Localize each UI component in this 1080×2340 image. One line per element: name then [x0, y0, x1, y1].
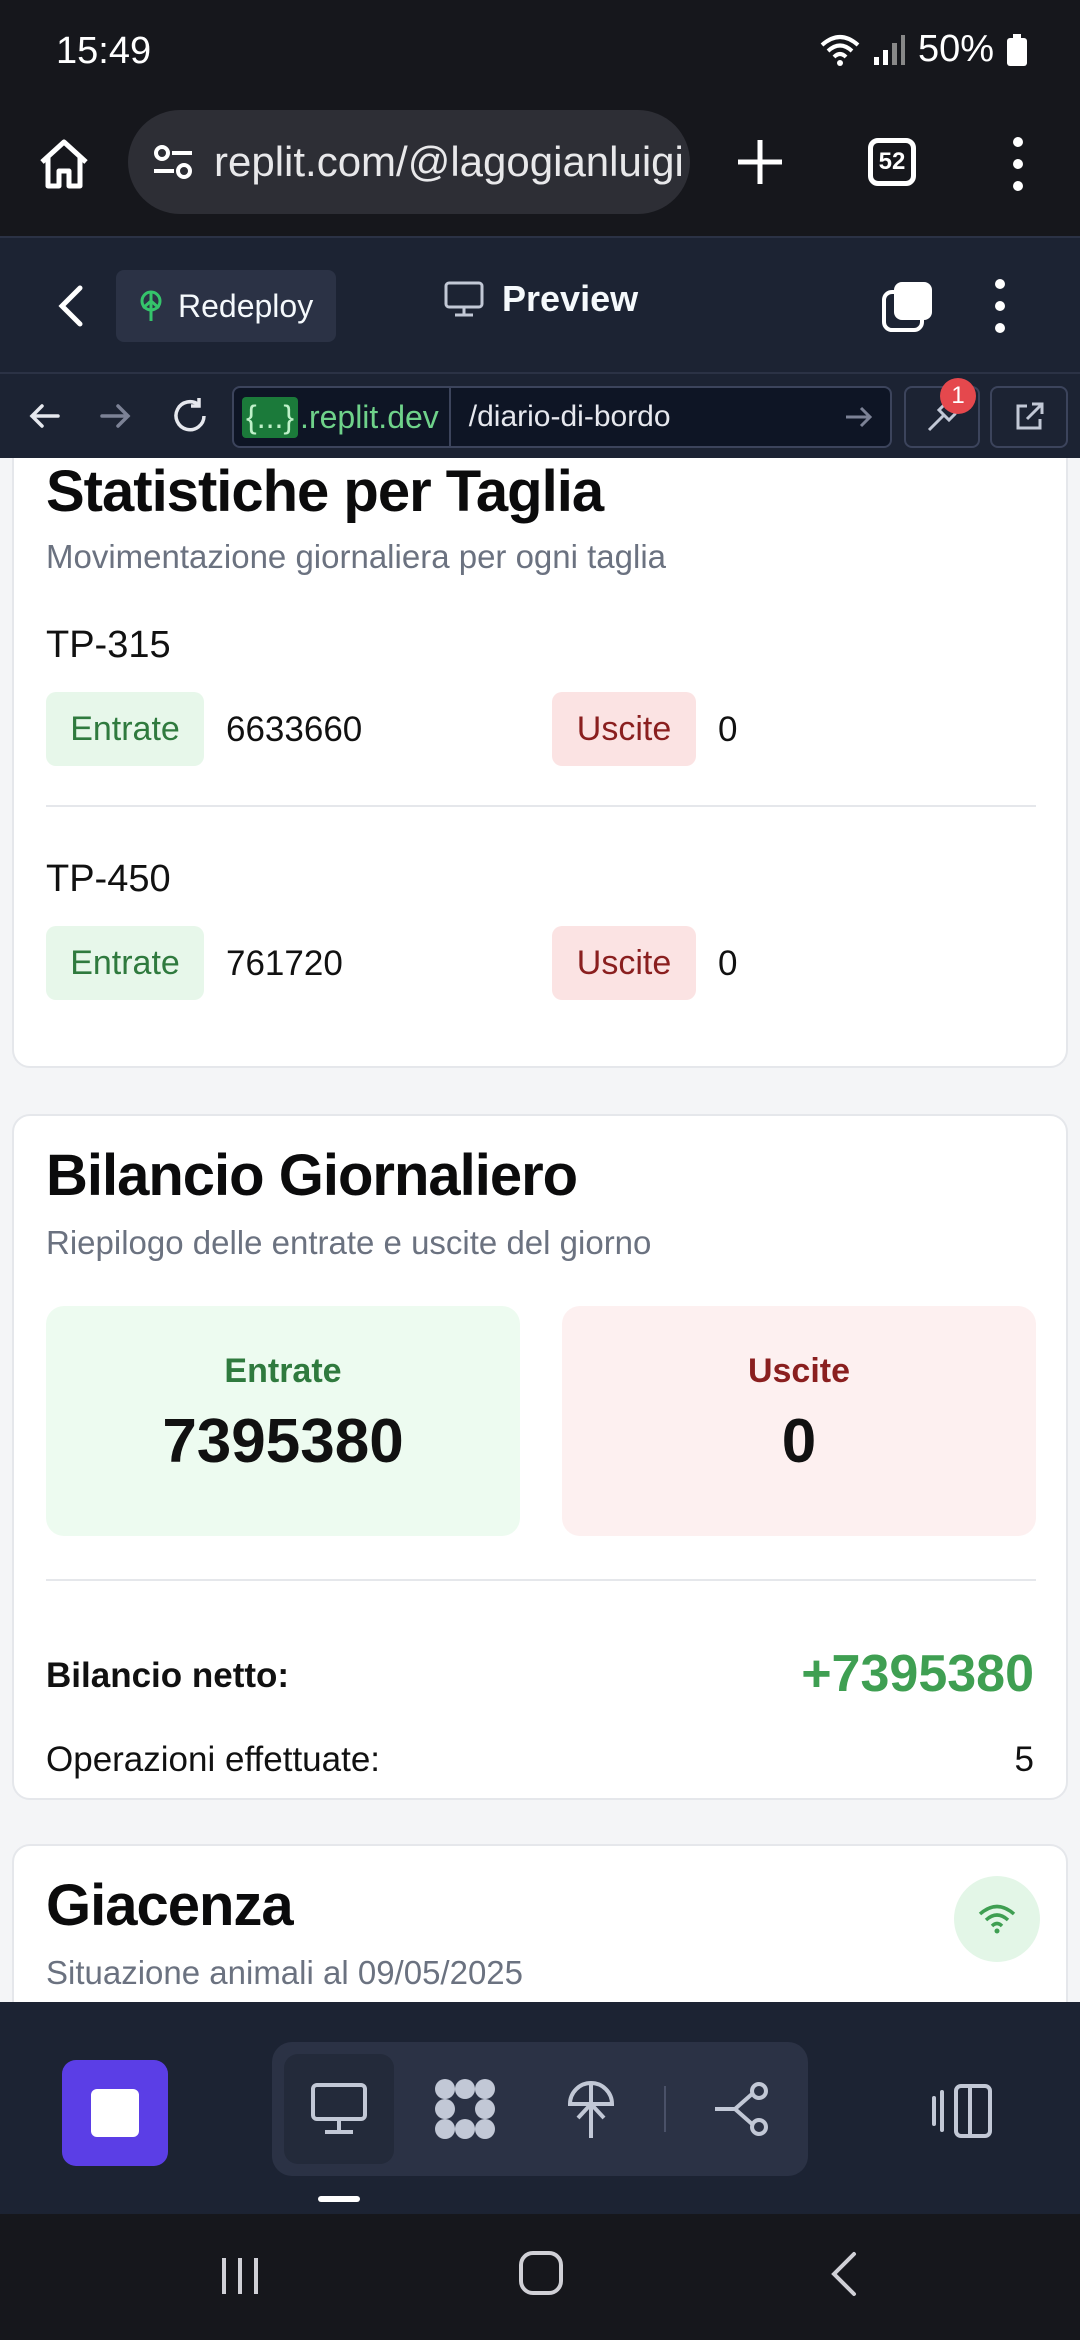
- stock-subtitle: Situazione animali al 09/05/2025: [46, 1954, 524, 1991]
- income-label: Entrate: [224, 1352, 342, 1390]
- size-name-2: TP-450: [46, 858, 171, 900]
- outflow-summary: Uscite 0: [562, 1306, 1036, 1536]
- balance-card: Bilancio Giornaliero Riepilogo delle ent…: [12, 1114, 1068, 1800]
- browser-toolbar: replit.com/@lagogianluigi 52: [0, 108, 1080, 236]
- divider: [46, 1579, 1036, 1581]
- apps-tool-button[interactable]: [410, 2054, 520, 2164]
- deployments-tool-button[interactable]: [536, 2054, 646, 2164]
- open-new-tab-button[interactable]: [990, 386, 1068, 448]
- separator: [664, 2086, 666, 2132]
- panel-toggle-icon[interactable]: [930, 2082, 994, 2140]
- git-branch-icon: [715, 2082, 768, 2136]
- preview-domain: {...} .replit.dev: [234, 388, 451, 446]
- home-icon[interactable]: [36, 136, 92, 192]
- outflow-label: Uscite: [747, 1352, 851, 1390]
- out-badge-1: Uscite: [552, 692, 696, 766]
- redeploy-label: Redeploy: [178, 287, 314, 324]
- preview-url-field[interactable]: {...} .replit.dev /diario-di-bordo: [232, 386, 892, 448]
- site-settings-icon[interactable]: [152, 141, 194, 183]
- income-value: 7395380: [162, 1407, 404, 1476]
- out-value-1: 0: [718, 710, 738, 749]
- external-link-icon: [1016, 402, 1044, 430]
- notification-badge: 1: [940, 378, 976, 414]
- divider: [46, 805, 1036, 807]
- active-tab-indicator: [318, 2196, 360, 2202]
- net-balance-label: Bilancio netto:: [46, 1656, 290, 1695]
- home-nav-icon[interactable]: [518, 2250, 564, 2296]
- status-bar: 15:49 50%: [0, 0, 1080, 108]
- wifi-icon: [978, 1904, 1016, 1934]
- tab-count: 52: [878, 148, 906, 175]
- signal-icon: [873, 34, 905, 65]
- operations-label: Operazioni effettuate:: [46, 1740, 381, 1779]
- battery-icon: [1007, 33, 1027, 66]
- stock-card: Giacenza Situazione animali al 09/05/202…: [12, 1844, 1068, 2002]
- preview-tool-button[interactable]: [284, 2054, 394, 2164]
- stop-button[interactable]: [62, 2060, 168, 2166]
- preview-nav-bar: {...} .replit.dev /diario-di-bordo 1: [0, 372, 1080, 458]
- back-chevron-icon[interactable]: [52, 282, 92, 330]
- out-value-2: 0: [718, 944, 738, 983]
- status-icons: 50%: [820, 28, 1028, 71]
- domain-suffix: .replit.dev: [300, 398, 439, 435]
- domain-braces: {...}: [242, 396, 299, 438]
- workspace-tabs: [272, 2042, 808, 2176]
- go-arrow-icon[interactable]: [840, 399, 876, 435]
- status-time: 15:49: [56, 30, 152, 72]
- stop-icon: [91, 2089, 139, 2137]
- operations-value: 5: [1014, 1740, 1034, 1779]
- in-value-1: 6633660: [226, 710, 363, 749]
- stock-title: Giacenza: [46, 1873, 294, 1938]
- arrow-back-icon[interactable]: [24, 396, 64, 436]
- online-status-badge: [954, 1876, 1040, 1962]
- stats-card: Statistiche per Taglia Movimentazione gi…: [12, 458, 1068, 1068]
- arrow-forward-icon[interactable]: [96, 396, 136, 436]
- income-summary: Entrate 7395380: [46, 1306, 520, 1536]
- url-text: replit.com/@lagogianluigi: [214, 138, 684, 185]
- out-badge-2: Uscite: [552, 926, 696, 1000]
- back-nav-icon[interactable]: [826, 2250, 862, 2298]
- git-tool-button[interactable]: [688, 2054, 798, 2164]
- preview-tab[interactable]: Preview: [444, 278, 638, 320]
- stats-title: Statistiche per Taglia: [46, 459, 604, 524]
- in-value-2: 761720: [226, 944, 343, 983]
- reload-icon[interactable]: [168, 394, 212, 438]
- outflow-value: 0: [781, 1407, 817, 1476]
- tab-switcher-button[interactable]: 52: [868, 138, 916, 186]
- deploy-icon: [567, 2081, 615, 2138]
- net-balance-value: +7395380: [801, 1645, 1034, 1703]
- more-options-icon[interactable]: [984, 276, 1016, 336]
- browser-menu-icon[interactable]: [1000, 134, 1036, 194]
- battery-percent: 50%: [917, 28, 994, 70]
- balance-subtitle: Riepilogo delle entrate e uscite del gio…: [46, 1224, 652, 1261]
- preview-path: /diario-di-bordo: [468, 400, 671, 433]
- balance-title: Bilancio Giornaliero: [46, 1143, 578, 1208]
- grid-apps-icon: [435, 2079, 495, 2139]
- in-badge-1: Entrate: [46, 692, 204, 766]
- system-nav-bar: [0, 2214, 1080, 2340]
- monitor-icon: [444, 281, 484, 317]
- deploy-icon: [140, 290, 162, 321]
- replit-header: Redeploy Preview: [0, 236, 1080, 372]
- windows-icon[interactable]: [880, 278, 936, 334]
- new-tab-icon[interactable]: [734, 136, 786, 188]
- stats-subtitle: Movimentazione giornaliera per ogni tagl…: [46, 538, 667, 575]
- in-badge-2: Entrate: [46, 926, 204, 1000]
- app-preview[interactable]: Statistiche per Taglia Movimentazione gi…: [0, 458, 1080, 2002]
- redeploy-button[interactable]: Redeploy: [116, 270, 336, 342]
- preview-label: Preview: [502, 278, 639, 319]
- recent-apps-icon[interactable]: [218, 2254, 262, 2298]
- wifi-icon: [820, 34, 860, 66]
- size-name-1: TP-315: [46, 624, 171, 666]
- address-bar[interactable]: replit.com/@lagogianluigi: [128, 110, 690, 214]
- workspace-toolbar: [0, 2002, 1080, 2214]
- monitor-icon: [311, 2083, 367, 2134]
